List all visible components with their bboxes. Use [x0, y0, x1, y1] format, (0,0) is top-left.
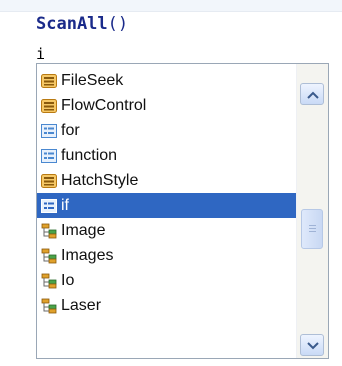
keyword-icon [40, 122, 58, 140]
vertical-scrollbar[interactable] [296, 64, 328, 358]
list-item-label: FlowControl [61, 96, 147, 114]
enum-icon [40, 172, 58, 190]
enum-icon [40, 72, 58, 90]
list-item-function[interactable]: function [37, 143, 297, 168]
scrollbar-thumb[interactable] [301, 209, 323, 249]
thumb-grip [309, 228, 316, 229]
keyword-icon [40, 147, 58, 165]
list-item-label: for [61, 121, 80, 139]
chevron-up-icon [307, 91, 319, 99]
list-item-label: FileSeek [61, 71, 124, 89]
class-tree-icon [40, 272, 58, 290]
list-item-if[interactable]: if [37, 193, 297, 218]
list-item-label: Image [61, 221, 106, 239]
class-tree-icon [40, 297, 58, 315]
list-item-io[interactable]: Io [37, 268, 297, 293]
list-item-flowcontrol[interactable]: FlowControl [37, 93, 297, 118]
list-item-hatchstyle[interactable]: HatchStyle [37, 168, 297, 193]
editor-top-strip [0, 0, 342, 12]
list-item-laser[interactable]: Laser [37, 293, 297, 318]
class-tree-icon [40, 222, 58, 240]
code-line-2[interactable]: i [36, 44, 45, 64]
scroll-down-button[interactable] [300, 334, 324, 356]
function-parens: () [107, 14, 129, 34]
enum-icon [40, 97, 58, 115]
autocomplete-list: FileSeek FlowControl for function HatchS [37, 64, 297, 358]
thumb-grip [309, 225, 316, 226]
scroll-up-button[interactable] [300, 83, 324, 105]
list-item-for[interactable]: for [37, 118, 297, 143]
function-name: ScanAll [36, 14, 108, 34]
list-item-image[interactable]: Image [37, 218, 297, 243]
list-item-label: function [61, 146, 118, 164]
chevron-down-icon [307, 342, 319, 350]
list-item-images[interactable]: Images [37, 243, 297, 268]
list-item-label: Laser [61, 296, 102, 314]
autocomplete-popup: FileSeek FlowControl for function HatchS [36, 63, 329, 359]
list-item-label: if [61, 196, 69, 214]
code-line-1[interactable]: ScanAll() [36, 12, 128, 36]
thumb-grip [309, 231, 316, 232]
list-item-label: Images [61, 246, 114, 264]
class-tree-icon [40, 247, 58, 265]
list-item-fileseek[interactable]: FileSeek [37, 68, 297, 93]
list-item-label: Io [61, 271, 75, 289]
list-item-label: HatchStyle [61, 171, 139, 189]
keyword-icon [40, 197, 58, 215]
